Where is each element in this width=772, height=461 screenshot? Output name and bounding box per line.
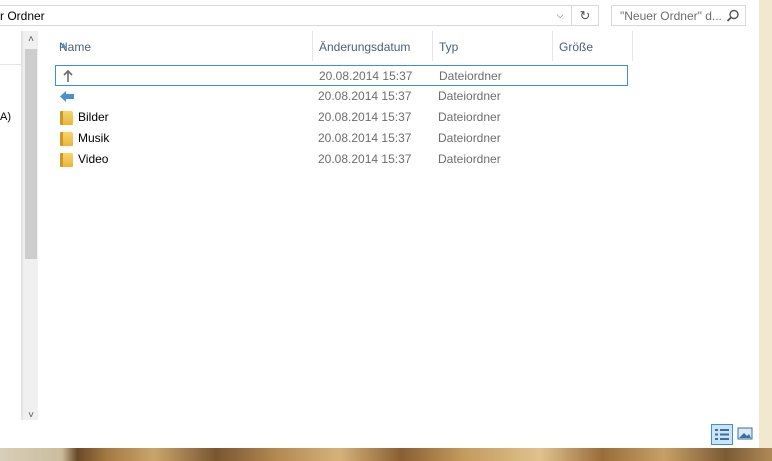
nav-divider — [0, 64, 22, 65]
table-row[interactable]: Musik 20.08.2014 15:37 Dateiordner — [55, 128, 628, 149]
sort-ascending-icon: ▲ — [59, 40, 68, 50]
desktop-wallpaper — [0, 448, 772, 461]
row-name: Video — [78, 152, 109, 166]
folder-icon — [60, 153, 73, 167]
row-date: 20.08.2014 15:37 — [318, 152, 412, 166]
column-label: Änderungsdatum — [319, 40, 411, 54]
column-header-type[interactable]: Typ — [433, 31, 553, 61]
navigation-pane: A) — [0, 31, 22, 430]
search-icon[interactable] — [725, 8, 741, 24]
row-name: Bilder — [78, 110, 109, 124]
table-row[interactable]: 20.08.2014 15:37 Dateiordner — [55, 65, 628, 86]
column-label: Typ — [439, 40, 459, 54]
details-view-button[interactable] — [711, 424, 733, 445]
explorer-window: r Ordner ⌵ ↻ "Neuer Ordner" d... A) ˄ ˅ … — [0, 0, 759, 448]
row-date: 20.08.2014 15:37 — [318, 110, 412, 124]
row-type: Dateiordner — [438, 89, 501, 103]
back-arrow-icon — [60, 91, 74, 102]
row-type: Dateiordner — [438, 131, 501, 145]
refresh-icon: ↻ — [579, 7, 591, 23]
column-label: Größe — [559, 40, 594, 54]
scroll-up-icon[interactable]: ˄ — [23, 31, 39, 47]
row-type: Dateiordner — [438, 152, 501, 166]
address-row: r Ordner ⌵ ↻ "Neuer Ordner" d... — [0, 0, 759, 31]
table-row[interactable]: Bilder 20.08.2014 15:37 Dateiordner — [55, 107, 628, 128]
large-icons-view-icon — [737, 427, 753, 440]
folder-icon — [60, 111, 73, 125]
column-header-date[interactable]: Änderungsdatum — [313, 31, 433, 61]
search-input[interactable]: "Neuer Ordner" d... — [611, 5, 746, 26]
address-path: r Ordner — [0, 9, 45, 23]
row-type: Dateiordner — [438, 110, 501, 124]
file-list: Name ▲ Änderungsdatum Typ Größe 20.08.20… — [39, 31, 759, 430]
table-row[interactable]: Video 20.08.2014 15:37 Dateiordner — [55, 149, 628, 170]
search-placeholder: "Neuer Ordner" d... — [620, 9, 722, 23]
table-row[interactable]: 20.08.2014 15:37 Dateiordner — [55, 86, 628, 107]
chevron-down-icon[interactable]: ⌵ — [550, 6, 570, 25]
refresh-button[interactable]: ↻ — [572, 5, 599, 26]
row-date: 20.08.2014 15:37 — [318, 89, 412, 103]
folder-icon — [60, 132, 73, 146]
row-date: 20.08.2014 15:37 — [318, 131, 412, 145]
row-type: Dateiordner — [439, 69, 502, 83]
nav-scrollbar[interactable]: ˄ ˅ — [22, 31, 38, 430]
status-bar — [0, 420, 759, 448]
row-date: 20.08.2014 15:37 — [319, 69, 413, 83]
up-arrow-icon — [63, 69, 73, 82]
details-view-icon — [715, 429, 729, 440]
column-header-name[interactable]: Name ▲ — [53, 31, 313, 61]
row-name: Musik — [78, 131, 110, 145]
large-icons-view-button[interactable] — [735, 424, 757, 445]
address-bar[interactable]: r Ordner ⌵ — [0, 5, 572, 26]
scrollbar-thumb[interactable] — [25, 49, 37, 259]
nav-item-partial[interactable]: A) — [0, 111, 11, 123]
column-header-size[interactable]: Größe — [553, 31, 633, 61]
